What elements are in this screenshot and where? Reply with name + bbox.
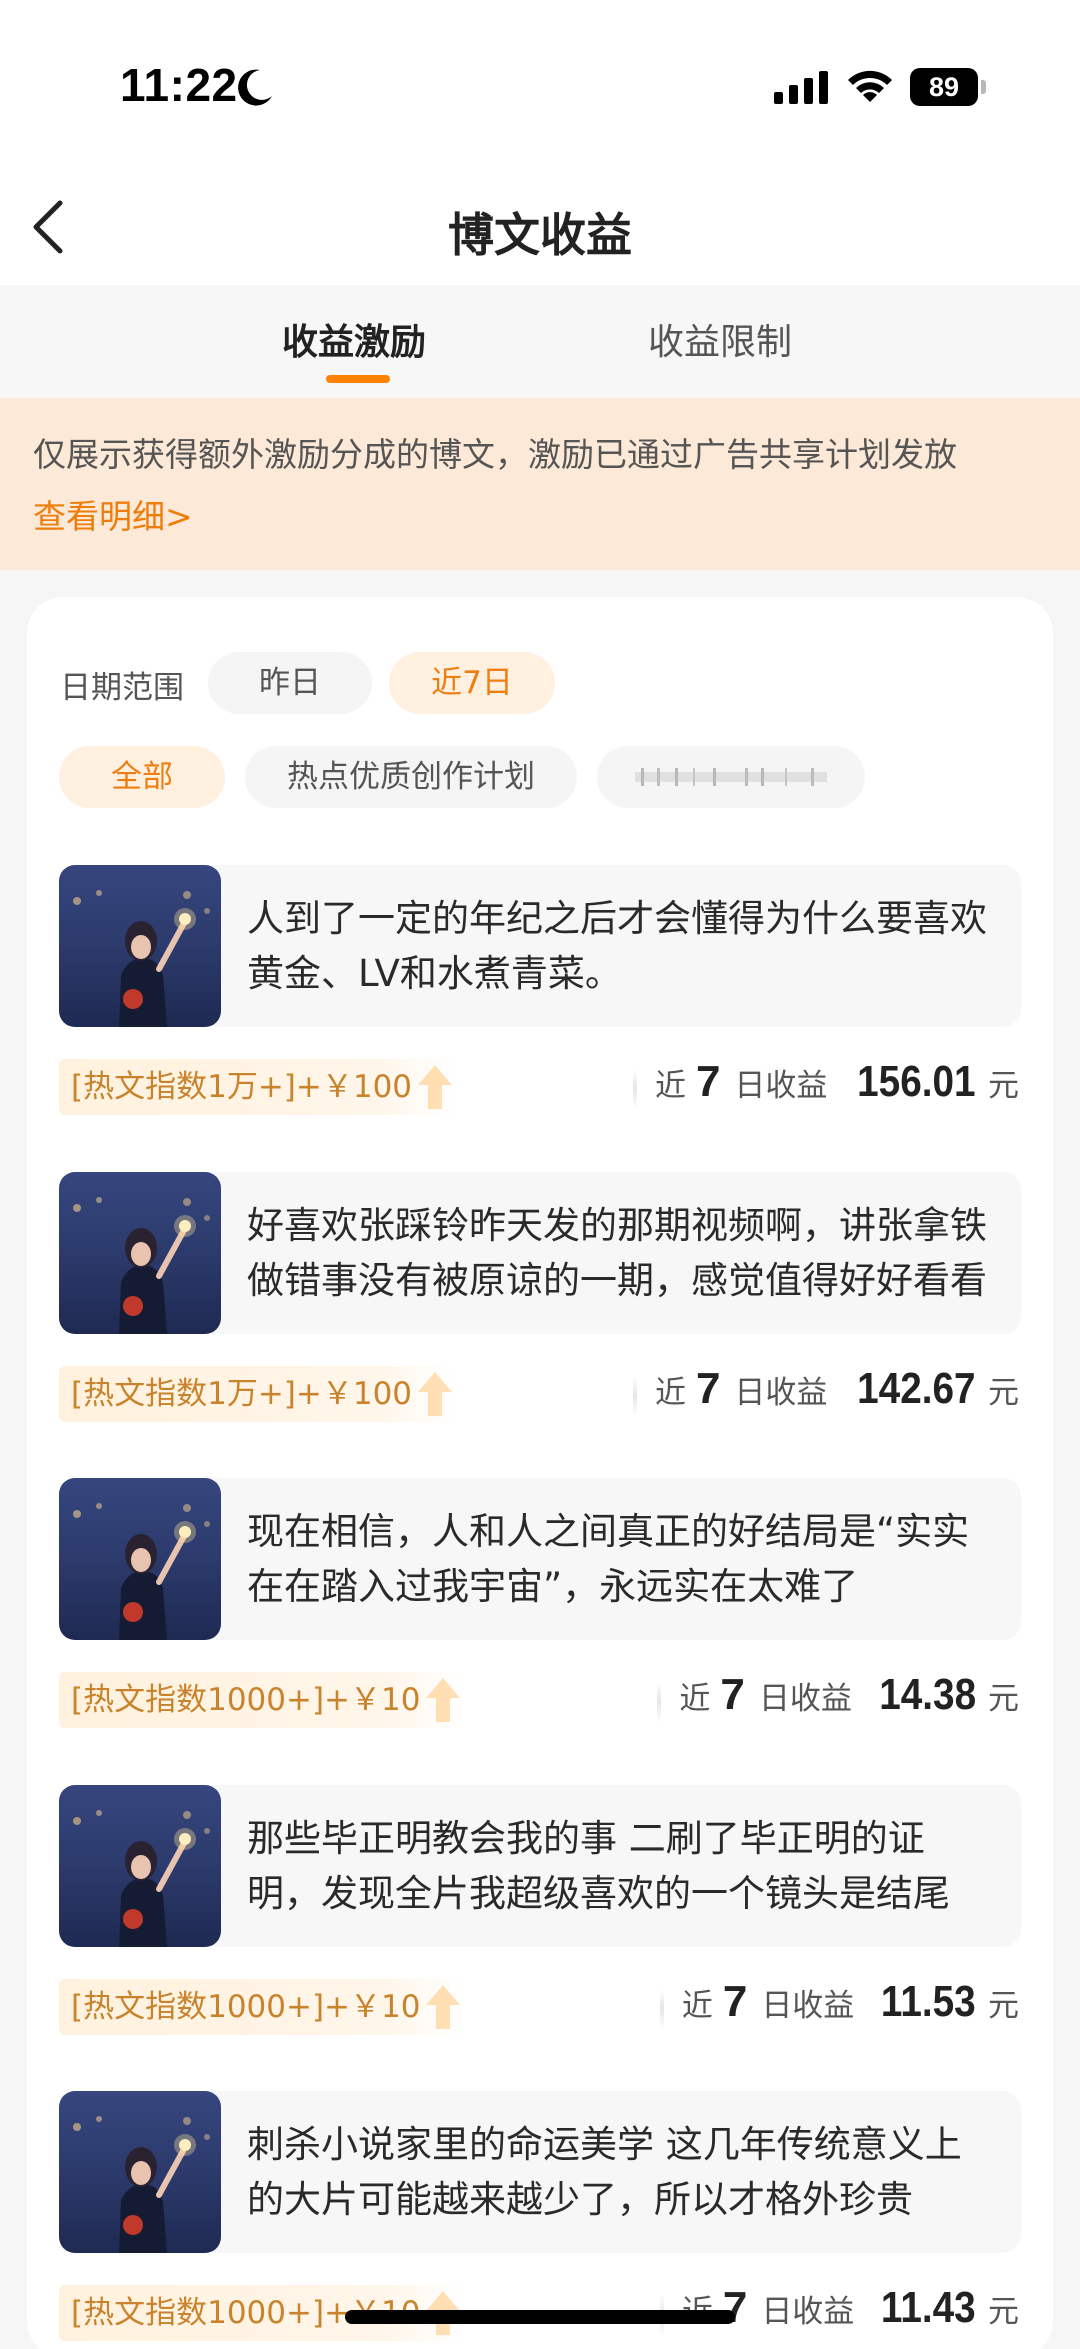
earnings-days: 7 <box>695 1364 721 1413</box>
category-filter-hot-quality[interactable]: 热点优质创作计划 <box>245 746 577 808</box>
wifi-icon <box>848 70 892 102</box>
post-thumbnail <box>59 1172 221 1334</box>
earnings-unit: 元 <box>988 1681 1019 1717</box>
earnings-days: 7 <box>695 1057 721 1106</box>
post-meta-row: [热文指数1万+]+￥100 近 7 日收益 142.67 元 <box>59 1364 1021 1428</box>
post-text: 刺杀小说家里的命运美学 这几年传统意义上的大片可能越来越少了，所以才格外珍贵 <box>247 2123 962 2221</box>
hot-index-text: [热文指数1000+]+￥10 <box>71 1989 421 2025</box>
earnings-unit: 元 <box>988 1988 1019 2024</box>
post-item[interactable]: 好喜欢张踩铃昨天发的那期视频啊，讲张拿铁做错事没有被原谅的一期，感觉值得好好看看 <box>59 1172 1021 1334</box>
earnings-label: 日收益 <box>734 1375 828 1411</box>
home-indicator[interactable] <box>345 2310 735 2324</box>
post-text: 现在相信，人和人之间真正的好结局是“实实在在踏入过我宇宙”，永远实在太难了 <box>247 1510 970 1608</box>
post-meta-row: [热文指数1000+]+￥10 近 7 日收益 11.53 元 <box>59 1977 1021 2041</box>
earnings-unit: 元 <box>988 1068 1019 1104</box>
earnings-days: 7 <box>722 2283 748 2332</box>
date-filter-yesterday[interactable]: 昨日 <box>208 652 372 714</box>
post-thumbnail <box>59 2091 221 2253</box>
earnings-label: 日收益 <box>758 1681 852 1717</box>
earnings-summary: 近 7 日收益 14.38 元 <box>657 1670 1019 1734</box>
status-bar: 11:22 89 <box>0 0 1080 175</box>
date-range-label: 日期范围 <box>60 670 184 706</box>
page-title: 博文收益 <box>448 208 632 262</box>
hot-index-text: [热文指数1000+]+￥10 <box>71 1682 421 1718</box>
earnings-summary: 近 7 日收益 156.01 元 <box>632 1057 1019 1121</box>
hot-index-text: [热文指数1万+]+￥100 <box>71 1069 413 1105</box>
hot-index-tag: [热文指数1000+]+￥10 <box>59 1979 465 2035</box>
active-tab-indicator <box>326 375 390 383</box>
earnings-label: 日收益 <box>734 1068 828 1104</box>
earnings-amount: 11.43 <box>881 2283 976 2332</box>
notice-text: 仅展示获得额外激励分成的博文，激励已通过广告共享计划发放 <box>33 435 957 474</box>
post-item[interactable]: 现在相信，人和人之间真正的好结局是“实实在在踏入过我宇宙”，永远实在太难了 <box>59 1478 1021 1640</box>
date-filter-7days[interactable]: 近7日 <box>389 652 555 714</box>
post-thumbnail <box>59 1478 221 1640</box>
post-item[interactable]: 那些毕正明教会我的事 二刷了毕正明的证明，发现全片我超级喜欢的一个镜头是结尾 <box>59 1785 1021 1947</box>
earnings-label: 日收益 <box>761 1988 855 2024</box>
arrow-up-icon <box>418 1372 453 1416</box>
earnings-amount: 142.67 <box>857 1364 976 1413</box>
earnings-unit: 元 <box>988 1375 1019 1411</box>
hot-index-tag: [热文指数1万+]+￥100 <box>59 1366 457 1422</box>
arrow-up-icon <box>426 1678 461 1722</box>
earnings-summary: 近 7 日收益 11.53 元 <box>659 1977 1019 2041</box>
nav-bar: 博文收益 <box>0 175 1080 285</box>
status-time: 11:22 <box>120 59 238 111</box>
earnings-prefix: 近 <box>682 2286 713 2331</box>
category-filter-blurred[interactable] <box>597 746 865 808</box>
earnings-label: 日收益 <box>761 2294 855 2330</box>
tab-bar: 收益激励 收益限制 <box>0 285 1080 398</box>
post-item[interactable]: 刺杀小说家里的命运美学 这几年传统意义上的大片可能越来越少了，所以才格外珍贵 <box>59 2091 1021 2253</box>
earnings-prefix: 近 <box>654 1375 686 1411</box>
earnings-days: 7 <box>722 1977 748 2026</box>
earnings-card: 日期范围 昨日 近7日 全部 热点优质创作计划 人到了一定的年纪之后才会懂得为什… <box>27 597 1053 2349</box>
battery-cap <box>981 80 986 94</box>
earnings-prefix: 近 <box>679 1681 711 1717</box>
battery-level: 89 <box>910 68 978 106</box>
earnings-amount: 11.53 <box>881 1977 976 2026</box>
post-text: 人到了一定的年纪之后才会懂得为什么要喜欢黄金、LV和水煮青菜。 <box>247 897 987 995</box>
signal-icon <box>774 71 828 104</box>
post-thumbnail <box>59 865 221 1027</box>
tab-income-limit[interactable]: 收益限制 <box>648 313 792 365</box>
post-text: 那些毕正明教会我的事 二刷了毕正明的证明，发现全片我超级喜欢的一个镜头是结尾 <box>247 1817 950 1915</box>
hot-index-tag: [热文指数1万+]+￥100 <box>59 1059 457 1115</box>
battery-indicator: 89 <box>910 68 986 106</box>
earnings-days: 7 <box>720 1670 745 1719</box>
earnings-prefix: 近 <box>681 1988 713 2024</box>
view-details-link[interactable]: 查看明细> <box>33 490 193 538</box>
category-filter-all[interactable]: 全部 <box>59 746 225 808</box>
earnings-amount: 156.01 <box>857 1057 976 1106</box>
arrow-up-icon <box>426 1985 461 2029</box>
tab-income-incentive[interactable]: 收益激励 <box>282 313 426 365</box>
notice-banner: 仅展示获得额外激励分成的博文，激励已通过广告共享计划发放 查看明细> <box>0 398 1080 570</box>
earnings-unit: 元 <box>988 2294 1019 2330</box>
hot-index-tag: [热文指数1000+]+￥10 <box>59 1672 465 1728</box>
earnings-amount: 14.38 <box>879 1670 976 1719</box>
post-meta-row: [热文指数1万+]+￥100 近 7 日收益 156.01 元 <box>59 1057 1021 1121</box>
moon-icon <box>238 69 272 106</box>
post-item[interactable]: 人到了一定的年纪之后才会懂得为什么要喜欢黄金、LV和水煮青菜。 <box>59 865 1021 1027</box>
blurred-text <box>635 768 827 786</box>
hot-index-text: [热文指数1万+]+￥100 <box>71 1376 413 1412</box>
post-meta-row: [热文指数1000+]+￥10 近 7 日收益 14.38 元 <box>59 1670 1021 1734</box>
post-text: 好喜欢张踩铃昨天发的那期视频啊，讲张拿铁做错事没有被原谅的一期，感觉值得好好看看 <box>247 1204 987 1302</box>
earnings-prefix: 近 <box>654 1068 686 1104</box>
earnings-summary: 近 7 日收益 142.67 元 <box>632 1364 1019 1428</box>
post-thumbnail <box>59 1785 221 1947</box>
arrow-up-icon <box>418 1065 453 1109</box>
